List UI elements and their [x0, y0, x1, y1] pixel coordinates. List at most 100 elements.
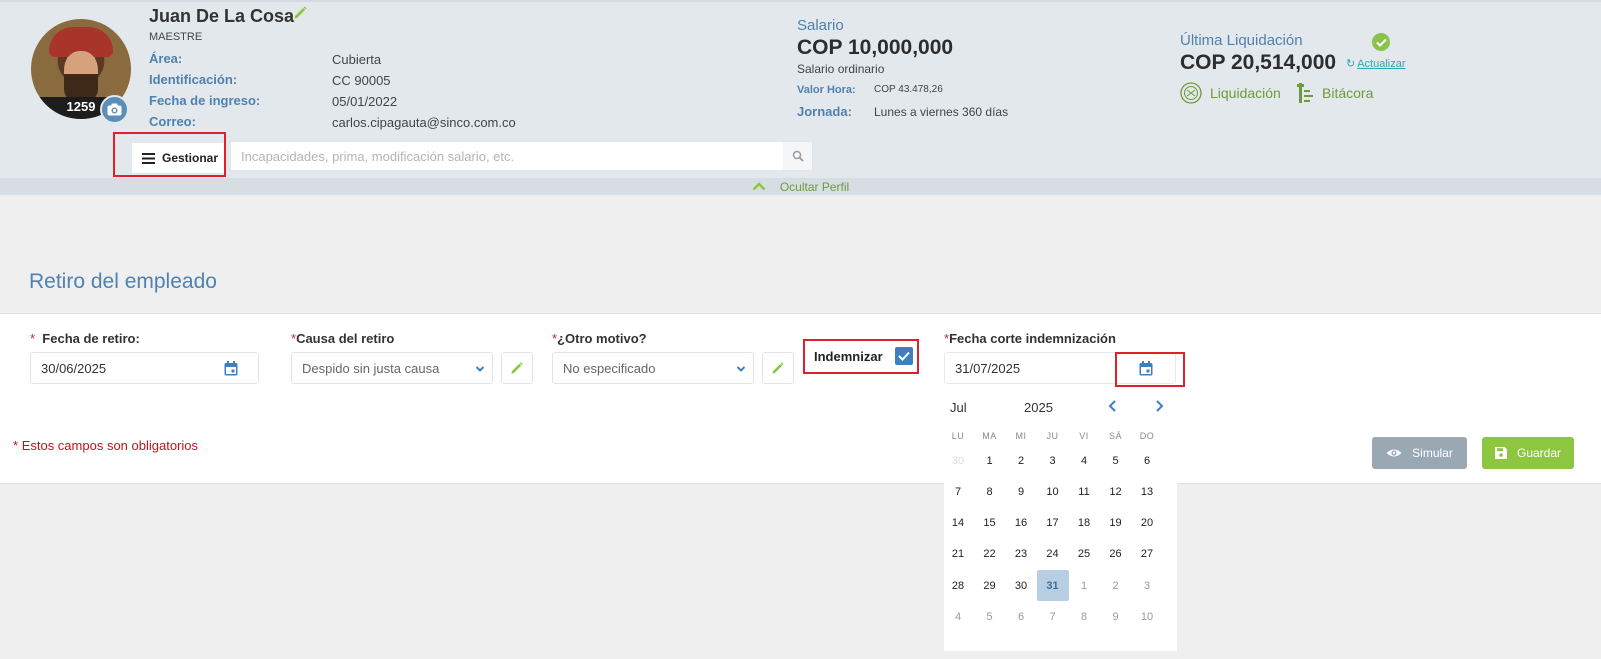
eye-icon [1386, 449, 1402, 457]
calendar-day[interactable]: 4 [942, 602, 974, 633]
change-photo-button[interactable] [100, 95, 129, 124]
calendar-day[interactable]: 10 [1131, 602, 1163, 633]
calendar-day[interactable]: 19 [1100, 508, 1132, 539]
check-circle-icon [1372, 33, 1390, 51]
causa-retiro-select[interactable]: Despido sin justa causa [291, 352, 493, 384]
calendar-day[interactable]: 30 [942, 445, 974, 476]
bitacora-button[interactable]: Bitácora [1296, 82, 1373, 104]
calendar-day[interactable]: 1 [974, 445, 1006, 476]
fecha-corte-label: *Fecha corte indemnización [944, 331, 1116, 346]
calendar-day[interactable]: 7 [1037, 602, 1069, 633]
gestionar-button[interactable]: Gestionar [132, 143, 224, 173]
edit-employee-button[interactable] [293, 5, 308, 25]
bitacora-label: Bitácora [1322, 85, 1374, 101]
calendar-day[interactable]: 15 [974, 508, 1006, 539]
checkmark-icon [898, 351, 910, 361]
indemnizar-checkbox[interactable] [895, 347, 913, 365]
calendar-day[interactable]: 29 [974, 570, 1006, 601]
calendar-day[interactable]: 9 [1100, 602, 1132, 633]
edit-otro-motivo-button[interactable] [762, 352, 794, 384]
employee-name: Juan De La Cosa [149, 6, 295, 26]
calendar-day[interactable]: 14 [942, 508, 974, 539]
calendar-year[interactable]: 2025 [1024, 400, 1053, 415]
fecha-retiro-field[interactable]: 30/06/2025 [30, 352, 259, 384]
causa-retiro-value: Despido sin justa causa [302, 360, 440, 376]
otro-motivo-label: *¿Otro motivo? [552, 331, 647, 346]
otro-motivo-select[interactable]: No especificado [552, 352, 754, 384]
jornada-value: Lunes a viernes 360 días [874, 105, 1009, 119]
calendar-day[interactable]: 22 [974, 539, 1006, 570]
calendar-day[interactable]: 3 [1131, 570, 1163, 601]
hire-date-label: Fecha de ingreso: [149, 93, 261, 108]
search-input[interactable] [231, 142, 785, 170]
gestionar-highlight: Gestionar [113, 132, 226, 177]
calendar-day[interactable]: 11 [1068, 476, 1100, 507]
weekday-header: JU [1046, 431, 1059, 441]
calendar-day[interactable]: 28 [942, 570, 974, 601]
weekday-header: MI [1015, 431, 1027, 441]
hide-profile-toggle[interactable]: Ocultar Perfil [0, 178, 1601, 195]
calendar-day-selected[interactable]: 31 [1036, 570, 1069, 602]
calendar-day[interactable]: 6 [1005, 602, 1037, 633]
date-picker-popup: Jul 2025 LU MA MI JU VI SÁ DO 30 1 2 3 4 5 6 7 8 9 10 11 12… [944, 389, 1177, 651]
chevron-down-icon [736, 366, 746, 372]
calendar-day[interactable]: 2 [1005, 445, 1037, 476]
fecha-retiro-label: * Fecha de retiro: [30, 331, 140, 346]
chevron-left-icon[interactable] [1106, 399, 1120, 413]
pencil-icon [511, 362, 523, 374]
calendar-day[interactable]: 9 [1005, 476, 1037, 507]
fecha-retiro-value: 30/06/2025 [41, 360, 107, 376]
edit-causa-button[interactable] [501, 352, 533, 384]
calendar-day[interactable]: 18 [1068, 508, 1100, 539]
weekday-header: LU [951, 431, 965, 441]
calendar-day[interactable]: 5 [1100, 445, 1132, 476]
calendar-day[interactable]: 4 [1068, 445, 1100, 476]
guardar-button[interactable]: Guardar [1482, 437, 1574, 469]
required-fields-note: * Estos campos son obligatorios [13, 438, 198, 453]
otro-motivo-value: No especificado [563, 360, 656, 376]
calendar-day[interactable]: 17 [1037, 508, 1069, 539]
calendar-day[interactable]: 7 [942, 476, 974, 507]
calendar-day[interactable]: 8 [974, 476, 1006, 507]
hamburger-menu-icon [142, 152, 155, 164]
otro-motivo-label-text: ¿Otro motivo? [557, 331, 647, 346]
calendar-day[interactable]: 5 [974, 602, 1006, 633]
calendar-day[interactable]: 13 [1131, 476, 1163, 507]
calendar-day[interactable]: 20 [1131, 508, 1163, 539]
calendar-month[interactable]: Jul [950, 400, 967, 415]
search-button[interactable] [783, 142, 812, 170]
calendar-day[interactable]: 30 [1005, 570, 1037, 601]
area-label: Área: [149, 51, 183, 66]
update-link[interactable]: ↻ Actualizar [1346, 57, 1406, 70]
calendar-day[interactable]: 6 [1131, 445, 1163, 476]
last-settlement-label: Última Liquidación [1180, 32, 1303, 49]
calendar-day[interactable]: 8 [1068, 602, 1100, 633]
calendar-day[interactable]: 23 [1005, 539, 1037, 570]
calendar-day[interactable]: 2 [1100, 570, 1132, 601]
required-mark: * [13, 438, 19, 453]
simular-button[interactable]: Simular [1372, 437, 1467, 469]
chevron-right-icon[interactable] [1152, 399, 1166, 413]
coin-icon [1180, 82, 1202, 104]
pencil-icon [772, 362, 784, 374]
calendar-day[interactable]: 27 [1131, 539, 1163, 570]
liquidacion-button[interactable]: Liquidación [1180, 82, 1281, 104]
indemnizar-checkbox-group: Indemnizar [803, 339, 919, 374]
calendar-icon[interactable] [224, 361, 238, 376]
weekday-header: SÁ [1108, 431, 1122, 441]
calendar-day[interactable]: 12 [1100, 476, 1132, 507]
calendar-day[interactable]: 21 [942, 539, 974, 570]
chevron-down-icon [475, 366, 485, 372]
calendar-day[interactable]: 24 [1037, 539, 1069, 570]
calendar-day[interactable]: 26 [1100, 539, 1132, 570]
hour-value-label: Valor Hora: [797, 84, 856, 96]
calendar-day[interactable]: 25 [1068, 539, 1100, 570]
calendar-day[interactable]: 1 [1068, 570, 1100, 601]
identification-label: Identificación: [149, 72, 238, 87]
calendar-day[interactable]: 3 [1037, 445, 1069, 476]
chevron-up-icon [752, 182, 766, 191]
calendar-day[interactable]: 16 [1005, 508, 1037, 539]
required-note-text: Estos campos son obligatorios [21, 438, 198, 453]
area-value: Cubierta [332, 52, 382, 67]
calendar-day[interactable]: 10 [1037, 476, 1069, 507]
